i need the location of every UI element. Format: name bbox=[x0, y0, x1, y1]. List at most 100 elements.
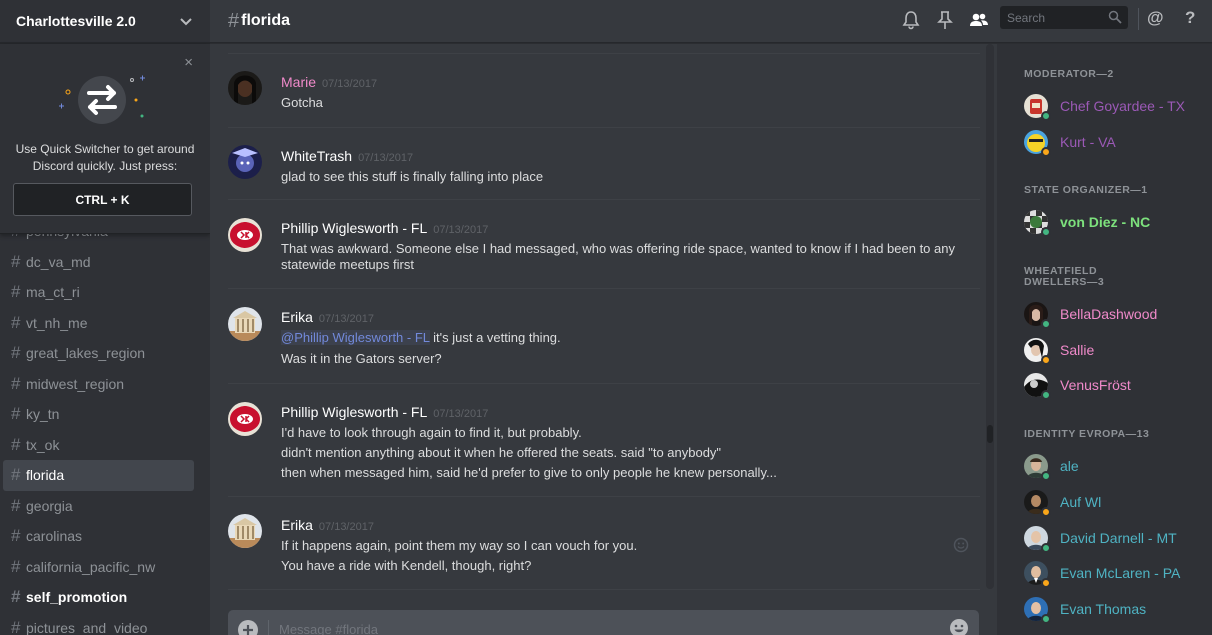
member-item[interactable]: David Darnell - MT bbox=[1024, 523, 1177, 553]
member-name: David Darnell - MT bbox=[1060, 530, 1177, 546]
avatar bbox=[1024, 94, 1051, 121]
message-author[interactable]: Phillip Wiglesworth - FL bbox=[281, 404, 427, 420]
quick-switcher-text: Use Quick Switcher to get around Discord… bbox=[8, 141, 202, 175]
message-timestamp: 07/13/2017 bbox=[322, 78, 378, 90]
message-author[interactable]: Phillip Wiglesworth - FL bbox=[281, 220, 427, 236]
member-item[interactable]: BellaDashwood bbox=[1024, 299, 1157, 329]
avatar bbox=[1024, 373, 1051, 400]
member-item[interactable]: ale bbox=[1024, 451, 1079, 481]
message-timestamp: 07/13/2017 bbox=[433, 408, 489, 420]
member-item[interactable]: VenusFröst bbox=[1024, 370, 1131, 400]
channel-item-great_lakes_region[interactable]: # great_lakes_region bbox=[3, 338, 194, 369]
member-name: BellaDashwood bbox=[1060, 306, 1158, 322]
message-composer[interactable]: Message #florida bbox=[228, 610, 979, 635]
guild-name: Charlottesville 2.0 bbox=[16, 13, 136, 29]
avatar-chiefs[interactable] bbox=[228, 402, 262, 436]
member-name: Evan McLaren - PA bbox=[1060, 565, 1181, 581]
message-text: didn't mention anything about it when he… bbox=[281, 445, 722, 460]
bell-icon[interactable] bbox=[901, 10, 921, 30]
message-author[interactable]: WhiteTrash bbox=[281, 148, 352, 164]
message-text: @Phillip Wiglesworth - FL it's just a ve… bbox=[281, 330, 561, 345]
message-input[interactable]: Message #florida bbox=[279, 622, 378, 635]
guild-header[interactable]: Charlottesville 2.0 bbox=[0, 0, 210, 43]
channel-item-midwest_region[interactable]: # midwest_region bbox=[3, 369, 194, 400]
member-name: Auf Wl bbox=[1060, 494, 1102, 510]
member-item[interactable]: Chef Goyardee - TX bbox=[1024, 91, 1185, 121]
mention-icon[interactable]: @ bbox=[1147, 8, 1164, 28]
search-icon bbox=[1108, 10, 1122, 24]
message-author[interactable]: Marie bbox=[281, 74, 316, 90]
member-name: von Diez - NC bbox=[1060, 214, 1151, 230]
pin-icon[interactable] bbox=[935, 10, 955, 30]
search-input[interactable]: Search bbox=[1000, 6, 1128, 29]
avatar-chiefs[interactable] bbox=[228, 218, 262, 252]
channel-item-ky_tn[interactable]: # ky_tn bbox=[3, 399, 194, 430]
upload-plus-icon[interactable] bbox=[237, 619, 259, 635]
member-list: MODERATOR—2 Chef Goyardee - TX Kurt - VA… bbox=[997, 44, 1212, 635]
channel-item-carolinas[interactable]: # carolinas bbox=[3, 521, 194, 552]
hash-icon: # bbox=[11, 434, 21, 454]
add-reaction-icon[interactable] bbox=[952, 536, 970, 554]
scrollbar-thumb[interactable] bbox=[987, 425, 993, 443]
message-list: Marie 07/13/2017 Gotcha WhiteTrash 07/13… bbox=[210, 44, 996, 604]
members-icon[interactable] bbox=[969, 10, 989, 30]
avatar bbox=[1024, 454, 1051, 481]
member-item[interactable]: von Diez - NC bbox=[1024, 207, 1150, 237]
avatar-erika[interactable] bbox=[228, 514, 262, 548]
member-name: Evan Thomas bbox=[1060, 601, 1147, 617]
message-scrollbar[interactable] bbox=[986, 44, 994, 589]
hash-icon: # bbox=[11, 282, 21, 302]
message: Erika 07/13/2017 @Phillip Wiglesworth - … bbox=[228, 288, 980, 377]
message-text: That was awkward. Someone else I had mes… bbox=[281, 241, 955, 256]
member-name: Kurt - VA bbox=[1060, 134, 1116, 150]
channel-item-california_pacific_nw[interactable]: # california_pacific_nw bbox=[3, 552, 194, 583]
help-icon[interactable]: ? bbox=[1185, 8, 1195, 28]
channel-item-florida[interactable]: # florida bbox=[3, 460, 194, 491]
channel-title: florida bbox=[241, 12, 291, 29]
channel-item-self_promotion[interactable]: # self_promotion bbox=[3, 582, 194, 613]
close-icon[interactable]: × bbox=[184, 54, 193, 71]
message-text: Gotcha bbox=[281, 95, 323, 110]
avatar-whitetrash[interactable] bbox=[228, 145, 262, 179]
member-item[interactable]: Sallie bbox=[1024, 335, 1094, 365]
status-online bbox=[1041, 111, 1051, 121]
message: Phillip Wiglesworth - FL 07/13/2017 That… bbox=[228, 199, 980, 288]
message-timestamp: 07/13/2017 bbox=[318, 521, 374, 533]
quick-switcher-popup: × Use Quick Switcher to get around Disco… bbox=[0, 44, 210, 234]
hash-icon: # bbox=[11, 343, 21, 363]
message-text: I'd have to look through again to find i… bbox=[281, 425, 582, 440]
member-item[interactable]: Kurt - VA bbox=[1024, 127, 1116, 157]
avatar bbox=[1024, 210, 1051, 237]
message: Marie 07/13/2017 Gotcha bbox=[228, 53, 980, 127]
member-name: Chef Goyardee - TX bbox=[1060, 98, 1186, 114]
channel-label: florida bbox=[26, 467, 65, 484]
channel-label: midwest_region bbox=[26, 375, 125, 392]
quick-switcher-shortcut[interactable]: CTRL + K bbox=[13, 183, 192, 216]
hash-icon: # bbox=[11, 251, 21, 271]
chevron-down-icon[interactable] bbox=[178, 13, 194, 29]
hash-icon: # bbox=[11, 556, 21, 576]
member-item[interactable]: Auf Wl bbox=[1024, 487, 1101, 517]
member-name: Sallie bbox=[1060, 342, 1095, 358]
channel-label: ma_ct_ri bbox=[26, 284, 80, 301]
avatar-marie[interactable] bbox=[228, 71, 262, 105]
avatar-erika[interactable] bbox=[228, 307, 262, 341]
message-text: glad to see this stuff is finally fallin… bbox=[281, 169, 544, 184]
channel-item-ma_ct_ri[interactable]: # ma_ct_ri bbox=[3, 277, 194, 308]
hash-icon: # bbox=[11, 312, 21, 332]
channel-item-tx_ok[interactable]: # tx_ok bbox=[3, 430, 194, 461]
message-author[interactable]: Erika bbox=[281, 517, 313, 533]
member-group-title: STATE ORGANIZER—1 bbox=[1024, 184, 1148, 196]
channel-item-pictures_and_video[interactable]: # pictures_and_video bbox=[3, 613, 194, 635]
message-author[interactable]: Erika bbox=[281, 309, 313, 325]
channel-item-dc_va_md[interactable]: # dc_va_md bbox=[3, 247, 194, 278]
message-text: Was it in the Gators server? bbox=[281, 351, 442, 366]
user-mention[interactable]: @Phillip Wiglesworth - FL bbox=[281, 330, 430, 345]
member-item[interactable]: Evan McLaren - PA bbox=[1024, 558, 1180, 588]
channel-item-georgia[interactable]: # georgia bbox=[3, 491, 194, 522]
member-group-title: IDENTITY EVROPA—13 bbox=[1024, 428, 1150, 440]
member-item[interactable]: Evan Thomas bbox=[1024, 594, 1146, 624]
message-text: You have a ride with Kendell, though, ri… bbox=[281, 558, 532, 573]
emoji-icon[interactable] bbox=[949, 618, 969, 635]
channel-item-vt_nh_me[interactable]: # vt_nh_me bbox=[3, 308, 194, 339]
